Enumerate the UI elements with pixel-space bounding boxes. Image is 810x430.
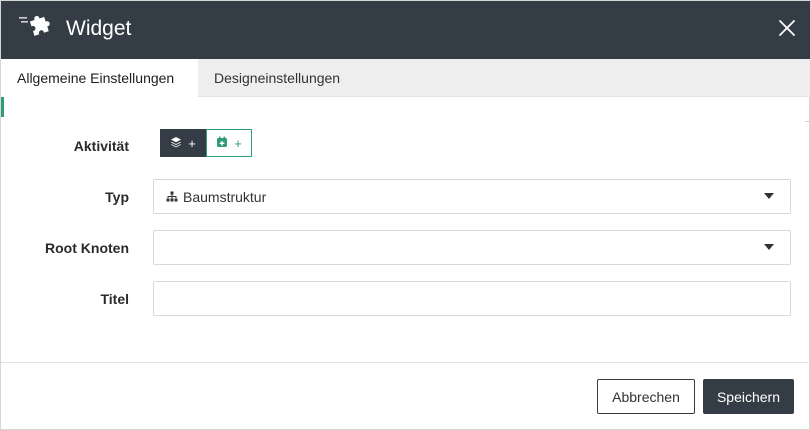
dialog-title: Widget (66, 17, 132, 40)
tab-label: Designeinstellungen (214, 70, 341, 86)
dialog-header: Widget (1, 1, 810, 59)
accent-strip (1, 97, 4, 117)
plus-text: + (188, 135, 196, 151)
tab-label: Allgemeine Einstellungen (17, 70, 175, 86)
root-node-select[interactable] (153, 230, 791, 265)
title-field-wrapper (153, 281, 791, 316)
tab-bar: Allgemeine Einstellungen Designeinstellu… (1, 59, 810, 98)
activity-label: Aktivität (73, 138, 129, 154)
type-select[interactable]: Baumstruktur (153, 179, 791, 214)
chevron-down-icon (764, 244, 774, 250)
layers-icon (170, 136, 182, 151)
save-button[interactable]: Speichern (703, 379, 794, 414)
close-icon[interactable] (775, 16, 799, 40)
cancel-button[interactable]: Abbrechen (597, 379, 695, 414)
type-label: Typ (105, 189, 129, 205)
activity-button-group: + + (160, 129, 252, 157)
root-node-label: Root Knoten (45, 240, 129, 256)
type-select-value: Baumstruktur (166, 180, 266, 213)
calendar-icon (216, 136, 228, 151)
puzzle-icon (19, 11, 55, 39)
type-value-text: Baumstruktur (183, 188, 267, 205)
divider-stub (805, 121, 810, 122)
add-calendar-activity-button[interactable]: + (206, 129, 252, 157)
add-layer-activity-button[interactable]: + (160, 129, 206, 157)
plus-text: + (234, 135, 242, 151)
chevron-down-icon (764, 193, 774, 199)
title-label: Titel (100, 291, 129, 307)
footer-divider (1, 362, 810, 363)
widget-dialog: Widget Allgemeine Einstellungen Designei… (0, 0, 810, 430)
tab-design-settings[interactable]: Designeinstellungen (198, 59, 356, 97)
sitemap-icon (166, 189, 178, 205)
title-input[interactable] (154, 282, 790, 315)
tab-general-settings[interactable]: Allgemeine Einstellungen (1, 59, 198, 98)
